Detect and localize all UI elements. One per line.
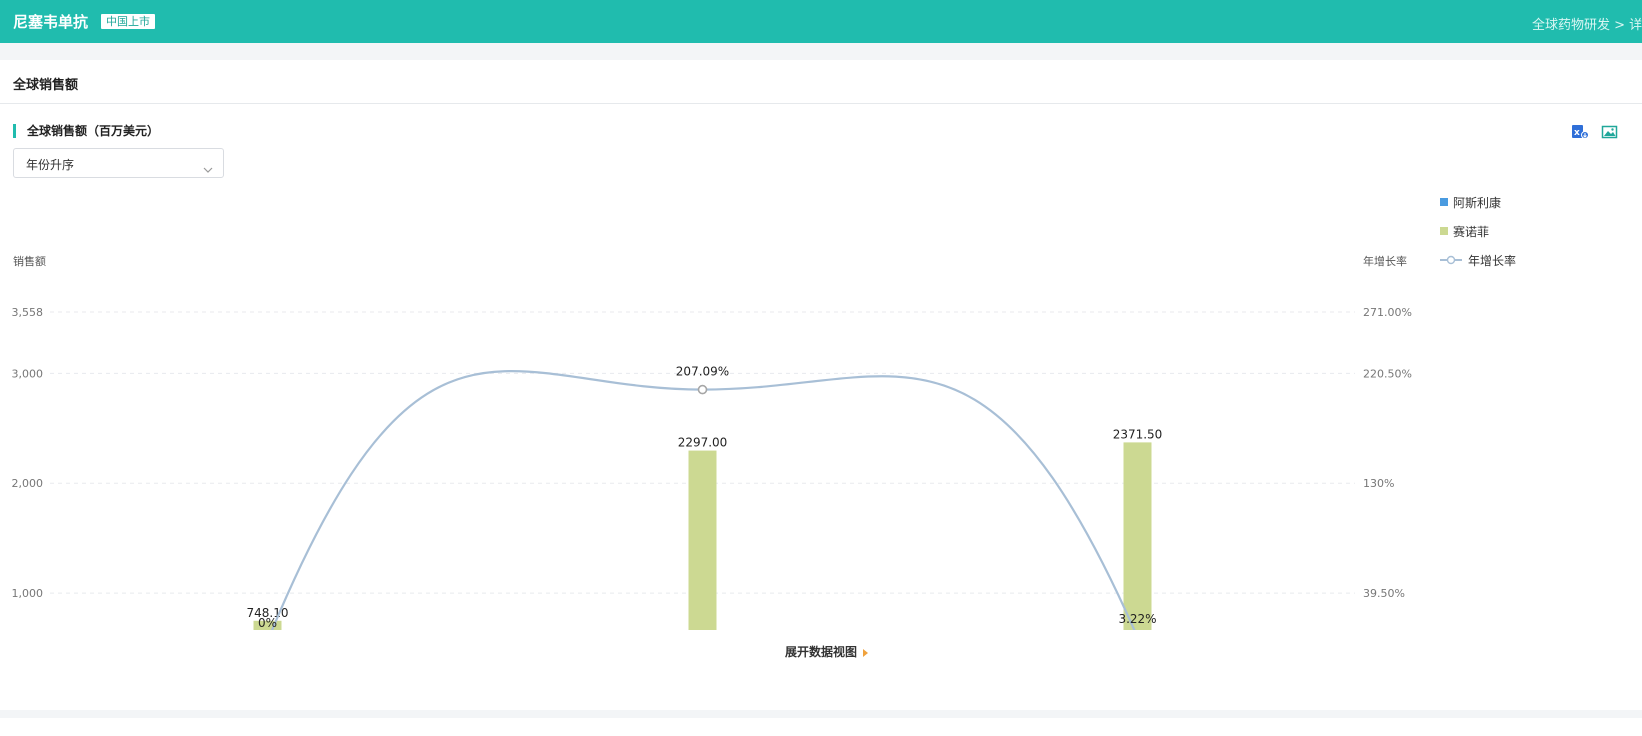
left-tick-label: 2,000 [12,477,44,490]
sort-select-value: 年份升序 [26,158,75,172]
right-tick-label: 130% [1363,477,1394,490]
image-export-icon[interactable] [1601,124,1619,140]
sort-select[interactable]: 年份升序 [13,148,224,178]
breadcrumb[interactable]: 全球药物研发 > 详情 [1532,14,1642,33]
caret-right-icon [863,648,869,657]
left-axis-title: 销售额 [13,254,46,268]
legend-label: 赛诺菲 [1453,225,1490,239]
svg-text:x: x [1574,128,1580,138]
legend-swatch [1440,198,1448,206]
chevron-down-icon [203,159,213,173]
right-tick-label: 271.00% [1363,306,1412,319]
legend-swatch [1440,227,1448,235]
left-tick-label: 3,000 [12,367,44,380]
expand-data-view-button[interactable]: 展开数据视图 [785,643,869,660]
drug-title: 尼塞韦单抗 [13,13,89,31]
right-tick-label: 220.50% [1363,367,1412,380]
chart-subtitle: 全球销售额（百万美元） [13,124,159,138]
bar-total-label: 2371.50 [1113,427,1163,441]
sales-chart: 销售额年增长率01,0002,0003,0003,558-51%39.50%13… [12,254,1412,630]
legend-label: 年增长率 [1468,254,1517,268]
right-tick-label: 39.50% [1363,587,1405,600]
growth-label: 207.09% [676,365,729,379]
legend-line-swatch [1440,255,1462,265]
expand-data-view-label: 展开数据视图 [785,645,858,659]
growth-label: 3.22% [1118,612,1156,626]
section-divider [0,103,1642,104]
sales-card: 全球销售额 全球销售额（百万美元） x 年份升序 销售额年增长率01,0002,… [0,60,1642,710]
bar-total-label: 2297.00 [678,436,728,450]
page-header: 尼塞韦单抗 中国上市 全球药物研发 > 详情 [0,0,1642,43]
growth-point [697,384,708,395]
left-tick-label: 1,000 [12,587,44,600]
bar [1123,442,1152,630]
market-status-badge: 中国上市 [101,14,155,29]
bar [688,450,717,630]
next-section-strip [0,718,1642,736]
right-axis-title: 年增长率 [1363,254,1407,268]
legend-label: 阿斯利康 [1453,196,1502,210]
section-title: 全球销售额 [13,78,79,93]
growth-label: 0% [258,616,277,630]
left-tick-label: 3,558 [12,306,44,319]
excel-export-icon[interactable]: x [1571,124,1589,140]
